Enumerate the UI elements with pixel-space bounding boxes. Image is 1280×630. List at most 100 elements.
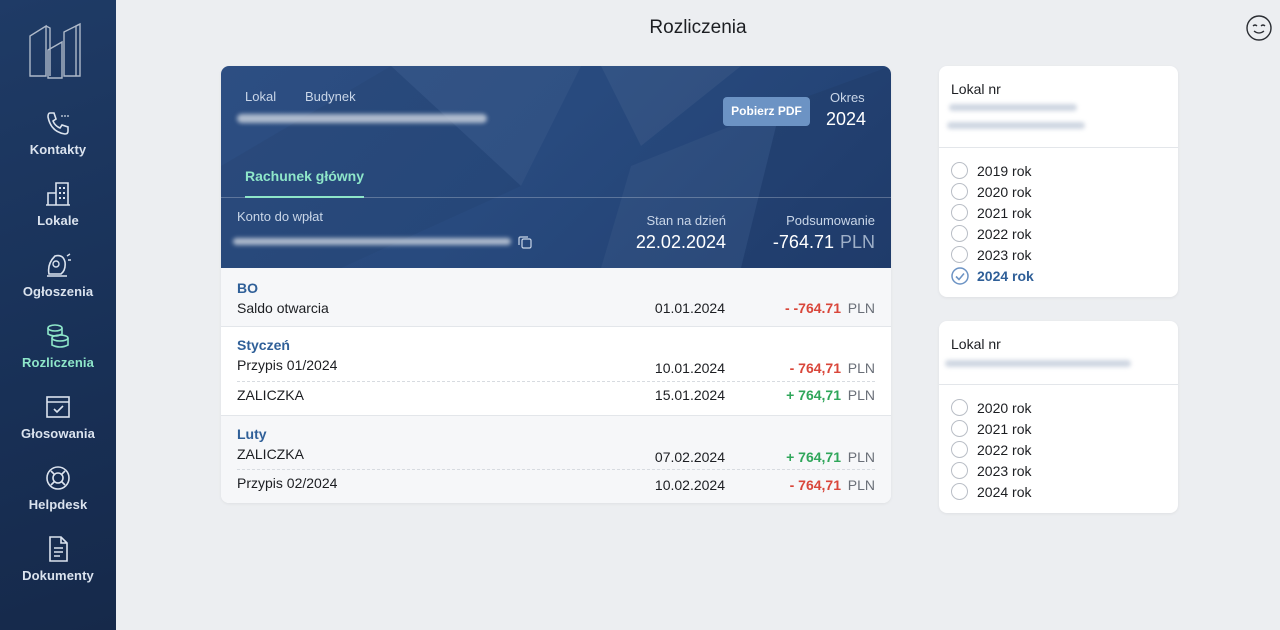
radio-circle [951, 420, 968, 437]
ballot-icon [43, 392, 73, 422]
sidebar-item-label: Lokale [37, 213, 79, 228]
table-row: ZALICZKA 15.01.2024 + 764,71 PLN [237, 383, 875, 409]
sidebar-item-dokumenty[interactable]: Dokumenty [0, 534, 116, 600]
row-description: Przypis 02/2024 [237, 475, 338, 491]
radio-circle [951, 483, 968, 500]
table-row: ZALICZKA 07.02.2024 + 764,71 PLN [237, 442, 875, 468]
year-option[interactable]: 2023 rok [951, 460, 1151, 481]
year-label: 2024 rok [977, 268, 1034, 284]
row-description: ZALICZKA [237, 387, 304, 403]
row-currency: PLN [847, 449, 875, 465]
year-option[interactable]: 2020 rok [951, 181, 1151, 202]
row-amount: - 764,71 [789, 477, 841, 493]
sidebar-item-kontakty[interactable]: Kontakty [0, 108, 116, 174]
year-label: 2019 rok [977, 163, 1032, 179]
year-label: 2023 rok [977, 463, 1032, 479]
row-currency: PLN [847, 477, 875, 493]
copy-icon[interactable] [518, 235, 532, 249]
sidebar-item-label: Rozliczenia [22, 355, 94, 370]
coins-icon [43, 321, 73, 351]
table-row: Przypis 02/2024 10.02.2024 - 764,71 PLN [237, 471, 875, 497]
tab-underline [245, 196, 364, 198]
summary-value: -764.71 PLN [773, 232, 875, 253]
balance-date-label: Stan na dzień [646, 213, 726, 228]
year-option[interactable]: 2023 rok [951, 244, 1151, 265]
section-title: Styczeń [237, 337, 290, 353]
row-amount: - -764.71 [784, 300, 841, 316]
sidebar-item-helpdesk[interactable]: Helpdesk [0, 463, 116, 529]
row-date: 15.01.2024 [654, 387, 725, 403]
sidebar-item-ogloszenia[interactable]: Ogłoszenia [0, 250, 116, 316]
row-divider [237, 469, 875, 470]
summary-amount: -764.71 [772, 232, 834, 252]
year-option[interactable]: 2021 rok [951, 202, 1151, 223]
year-label: 2022 rok [977, 442, 1032, 458]
account-label: Konto do wpłat [237, 209, 324, 224]
panel-title: Lokal nr [951, 336, 1001, 352]
redacted-lokal-line [947, 122, 1085, 129]
year-option[interactable]: 2020 rok [951, 397, 1151, 418]
radio-circle [951, 441, 968, 458]
year-label: 2023 rok [977, 247, 1032, 263]
radio-circle [951, 462, 968, 479]
year-label: 2020 rok [977, 184, 1032, 200]
sidebar-item-label: Dokumenty [22, 568, 94, 583]
radio-circle [951, 204, 968, 221]
radio-circle [951, 246, 968, 263]
sidebar: Kontakty Lokale Ogłoszenia Rozliczenia G… [0, 0, 116, 630]
balance-date-value: 22.02.2024 [635, 232, 726, 252]
row-amount: + 764,71 [786, 387, 841, 403]
app-logo-icon [29, 22, 81, 79]
radio-circle [951, 225, 968, 242]
lokal-label: Lokal [245, 89, 277, 104]
lokal-panel-1: Lokal nr 2019 rok 2020 rok 2021 rok 2022… [939, 66, 1178, 297]
year-option[interactable]: 2022 rok [951, 223, 1151, 244]
section-bo: BO Saldo otwarcia 01.01.2024 - -764.71 P… [221, 268, 891, 326]
redacted-lokal-line [945, 360, 1131, 367]
period-label: Okres [830, 90, 865, 105]
panel-title: Lokal nr [951, 81, 1001, 97]
year-label: 2022 rok [977, 226, 1032, 242]
billing-card-header: Lokal Budynek Pobierz PDF Okres 2024 Rac… [221, 66, 891, 268]
sidebar-item-lokale[interactable]: Lokale [0, 179, 116, 245]
page-title: Rozliczenia [649, 17, 747, 38]
bell-icon [43, 250, 73, 280]
radio-circle [951, 162, 968, 179]
radio-circle [951, 399, 968, 416]
year-label: 2024 rok [977, 484, 1032, 500]
row-currency: PLN [847, 300, 875, 316]
row-divider [237, 381, 875, 382]
row-description: ZALICZKA [237, 446, 304, 462]
building-icon [43, 179, 73, 209]
year-option-selected[interactable]: 2024 rok [951, 265, 1151, 286]
table-row: Przypis 01/2024 10.01.2024 - 764,71 PLN [237, 353, 875, 379]
period-value: 2024 [826, 109, 867, 129]
row-date: 07.02.2024 [654, 449, 725, 465]
phone-icon [43, 108, 73, 138]
section-styczen: Styczeń Przypis 01/2024 10.01.2024 - 764… [221, 327, 891, 415]
year-option[interactable]: 2024 rok [951, 481, 1151, 502]
row-date: 01.01.2024 [654, 300, 725, 316]
sidebar-item-label: Kontakty [29, 142, 87, 157]
table-row: Saldo otwarcia 01.01.2024 - -764.71 PLN [237, 296, 875, 322]
section-title: BO [237, 280, 258, 296]
year-option[interactable]: 2019 rok [951, 160, 1151, 181]
redacted-account-number [233, 238, 511, 245]
year-option[interactable]: 2021 rok [951, 418, 1151, 439]
tab-rachunek-glowny[interactable]: Rachunek główny [245, 168, 364, 184]
panel-divider [939, 147, 1178, 148]
redacted-address [237, 114, 487, 123]
sidebar-item-glosowania[interactable]: Głosowania [0, 392, 116, 458]
row-date: 10.01.2024 [654, 360, 725, 376]
sidebar-item-rozliczenia[interactable]: Rozliczenia [0, 321, 116, 387]
row-currency: PLN [847, 360, 875, 376]
budynek-label: Budynek [305, 89, 356, 104]
download-pdf-button[interactable]: Pobierz PDF [723, 97, 810, 126]
year-option[interactable]: 2022 rok [951, 439, 1151, 460]
year-label: 2020 rok [977, 400, 1032, 416]
lifebuoy-icon [43, 463, 73, 493]
panel-divider [939, 384, 1178, 385]
smile-icon[interactable] [1245, 14, 1273, 42]
section-luty: Luty ZALICZKA 07.02.2024 + 764,71 PLN Pr… [221, 416, 891, 503]
row-currency: PLN [847, 387, 875, 403]
